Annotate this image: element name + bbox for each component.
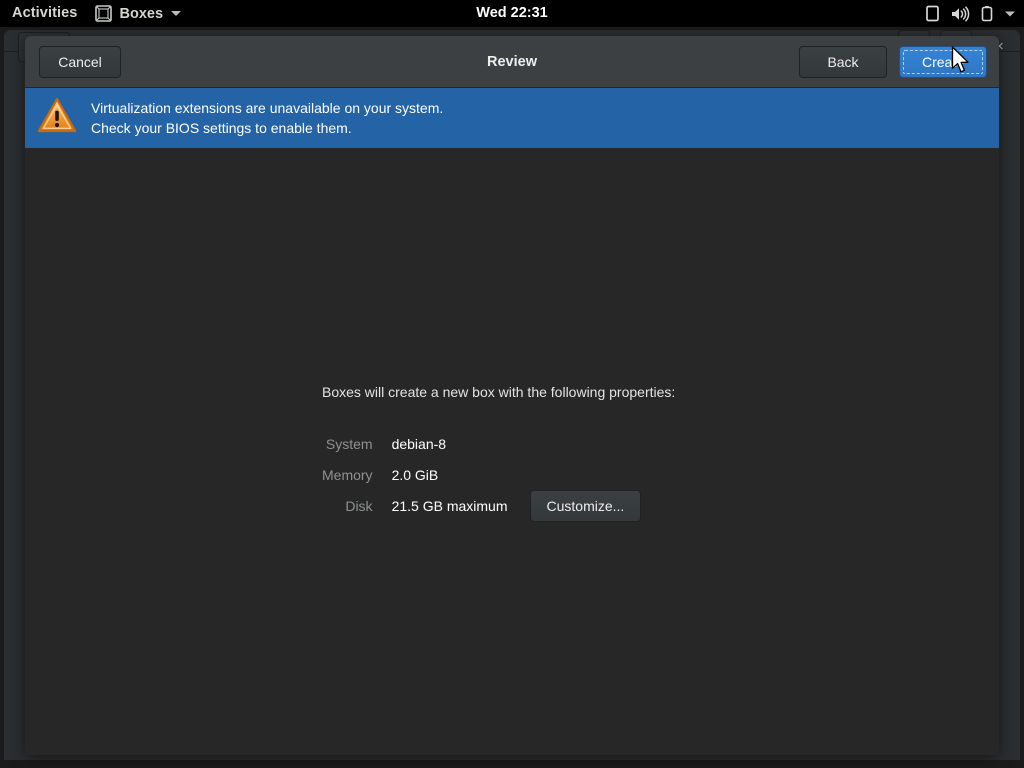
chevron-down-icon bbox=[171, 11, 181, 16]
warning-triangle-icon bbox=[37, 97, 77, 139]
chevron-down-icon[interactable] bbox=[1004, 10, 1016, 18]
boxes-icon bbox=[95, 5, 112, 22]
property-action-disk: Customize... bbox=[508, 490, 642, 522]
desktop-screen: × Activities Boxes Wed 22:31 bbox=[0, 0, 1024, 768]
property-action-system bbox=[508, 428, 642, 459]
property-label-disk: Disk bbox=[322, 490, 392, 522]
property-label-memory: Memory bbox=[322, 459, 392, 490]
table-row: System debian-8 bbox=[322, 428, 641, 459]
display-icon[interactable] bbox=[925, 5, 940, 22]
property-value-disk: 21.5 GB maximum bbox=[392, 490, 508, 522]
volume-icon[interactable] bbox=[951, 6, 970, 22]
table-row: Memory 2.0 GiB bbox=[322, 459, 641, 490]
app-menu-button[interactable]: Boxes bbox=[87, 0, 189, 27]
back-button[interactable]: Back bbox=[799, 46, 887, 78]
banner-line-2: Check your BIOS settings to enable them. bbox=[91, 118, 443, 138]
banner-line-1: Virtualization extensions are unavailabl… bbox=[91, 98, 443, 118]
dialog-body: Boxes will create a new box with the fol… bbox=[25, 148, 999, 754]
app-menu-label: Boxes bbox=[119, 6, 163, 22]
create-button[interactable]: Create bbox=[899, 46, 987, 78]
cancel-button[interactable]: Cancel bbox=[39, 46, 121, 78]
gnome-top-bar: Activities Boxes Wed 22:31 bbox=[0, 0, 1024, 27]
intro-text: Boxes will create a new box with the fol… bbox=[322, 384, 675, 400]
activities-button[interactable]: Activities bbox=[0, 0, 87, 27]
system-status-area[interactable] bbox=[925, 0, 1016, 27]
dialog-header-actions: Back Create bbox=[799, 46, 987, 78]
review-dialog: Cancel Review Back Create bbox=[25, 36, 999, 755]
property-action-memory bbox=[508, 459, 642, 490]
property-label-system: System bbox=[322, 428, 392, 459]
table-row: Disk 21.5 GB maximum Customize... bbox=[322, 490, 641, 522]
property-value-memory: 2.0 GiB bbox=[392, 459, 508, 490]
property-value-system: debian-8 bbox=[392, 428, 508, 459]
dialog-header-bar: Cancel Review Back Create bbox=[25, 36, 999, 88]
customize-button[interactable]: Customize... bbox=[530, 490, 642, 522]
virtualization-warning-banner: Virtualization extensions are unavailabl… bbox=[25, 88, 999, 148]
properties-table: System debian-8 Memory 2.0 GiB Disk 21.5… bbox=[322, 428, 641, 522]
boxes-icon-svg bbox=[95, 5, 112, 22]
banner-message: Virtualization extensions are unavailabl… bbox=[91, 98, 443, 138]
battery-icon[interactable] bbox=[981, 5, 993, 22]
